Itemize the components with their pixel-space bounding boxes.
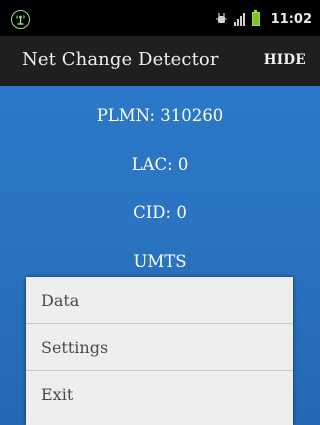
menu-item-settings[interactable]: Settings [26,324,293,370]
plmn-text: PLMN: 310260 [96,106,224,125]
options-menu: Data Settings Exit [26,277,293,425]
action-bar: Net Change Detector HIDE [0,36,320,86]
status-icons: 11:02 [215,9,312,29]
app-screen: 11:02 Net Change Detector HIDE PLMN: 310… [0,0,320,425]
battery-charging-icon [251,10,260,26]
menu-item-exit[interactable]: Exit [26,371,293,417]
status-time: 11:02 [270,11,312,27]
lac-text: LAC: 0 [131,155,189,174]
hide-button[interactable]: HIDE [264,52,306,68]
status-bar: 11:02 [0,0,320,36]
cid-text: CID: 0 [133,203,187,222]
network-type-text: UMTS [133,252,187,271]
signal-icon [233,12,245,26]
menu-item-data[interactable]: Data [26,277,293,323]
usb-debug-icon [215,10,227,29]
app-title: Net Change Detector [22,49,219,70]
app-notification-icon [11,10,30,29]
